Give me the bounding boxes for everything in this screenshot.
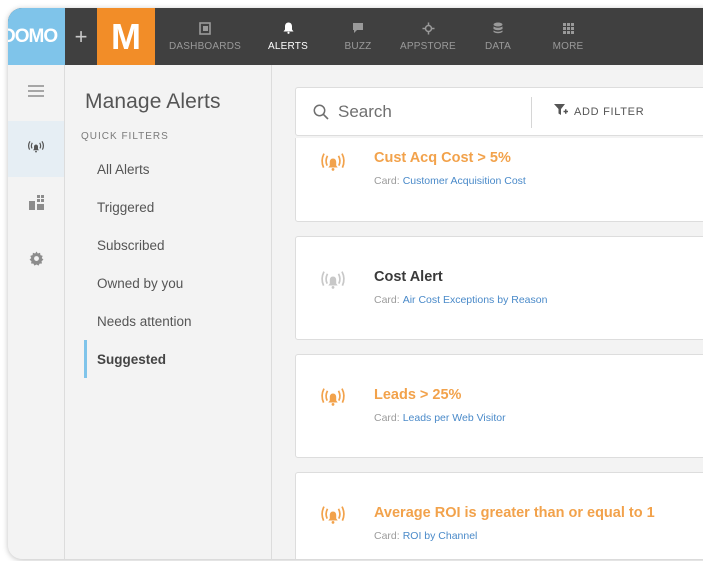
nav-dashboards[interactable]: DASHBOARDS xyxy=(157,8,253,65)
cards-icon xyxy=(28,195,44,215)
rail-cards-button[interactable] xyxy=(8,177,64,233)
m-app-tile[interactable]: M xyxy=(97,8,155,65)
nav-data-label: DATA xyxy=(485,41,511,52)
filter-triggered[interactable]: Triggered xyxy=(65,188,271,226)
filter-all-alerts[interactable]: All Alerts xyxy=(65,150,271,188)
alert-signal-icon xyxy=(27,139,45,160)
dashboards-icon xyxy=(199,21,211,35)
search-divider xyxy=(531,97,532,128)
add-filter-button[interactable]: ADD FILTER xyxy=(554,88,644,135)
menu-button[interactable] xyxy=(8,65,64,121)
logo-text: DOMO xyxy=(8,25,58,47)
filter-needs-attention[interactable]: Needs attention xyxy=(65,302,271,340)
card-link[interactable]: Air Cost Exceptions by Reason xyxy=(403,294,548,306)
filter-list: All Alerts Triggered Subscribed Owned by… xyxy=(65,150,271,378)
alert-card-ref: Card: ROI by Channel xyxy=(374,530,477,542)
grid-icon xyxy=(562,21,574,35)
page-title: Manage Alerts xyxy=(85,90,221,113)
rail-settings-button[interactable] xyxy=(8,233,64,289)
plus-icon[interactable]: + xyxy=(65,8,97,65)
alert-card-ref: Card: Customer Acquisition Cost xyxy=(374,175,526,187)
nav-more[interactable]: MORE xyxy=(533,8,603,65)
alert-card[interactable]: Leads > 25% Card: Leads per Web Visitor xyxy=(295,354,703,458)
card-label: Card: xyxy=(374,412,400,424)
nav-more-label: MORE xyxy=(552,41,584,52)
rail-alerts-button[interactable] xyxy=(8,121,64,177)
alert-card[interactable]: Average ROI is greater than or equal to … xyxy=(295,472,703,559)
icon-rail xyxy=(8,65,65,559)
card-link[interactable]: ROI by Channel xyxy=(403,530,478,542)
card-link[interactable]: Leads per Web Visitor xyxy=(403,412,506,424)
alert-list: Cust Acq Cost > 5% Card: Customer Acquisi… xyxy=(295,138,703,559)
alert-signal-icon xyxy=(316,270,350,299)
alert-signal-icon xyxy=(316,152,350,181)
card-label: Card: xyxy=(374,530,400,542)
alert-card-ref: Card: Air Cost Exceptions by Reason xyxy=(374,294,547,306)
nav-data[interactable]: DATA xyxy=(463,8,533,65)
app-window: DOMO + M DASHBOARDS ALERTS BUZZ xyxy=(8,8,703,559)
menu-icon xyxy=(28,84,44,102)
domo-logo[interactable]: DOMO xyxy=(8,8,65,65)
nav-buzz[interactable]: BUZZ xyxy=(323,8,393,65)
add-filter-label: ADD FILTER xyxy=(574,105,645,118)
main-content: Search ADD FILTER Cust Acq Cost > 5% Car… xyxy=(272,65,703,559)
alert-card[interactable]: Cost Alert Card: Air Cost Exceptions by R… xyxy=(295,236,703,340)
alert-title[interactable]: Cost Alert xyxy=(374,269,443,285)
alert-title[interactable]: Leads > 25% xyxy=(374,387,461,403)
filter-suggested[interactable]: Suggested xyxy=(65,340,271,378)
nav-buzz-label: BUZZ xyxy=(344,41,372,52)
alert-card[interactable]: Cust Acq Cost > 5% Card: Customer Acquisi… xyxy=(295,138,703,222)
search-input[interactable]: Search xyxy=(338,102,392,122)
top-bar: DOMO + M DASHBOARDS ALERTS BUZZ xyxy=(8,8,703,65)
bell-icon xyxy=(283,21,294,35)
gear-icon xyxy=(29,251,44,271)
chat-icon xyxy=(352,21,364,35)
nav-appstore-label: APPSTORE xyxy=(400,41,456,52)
quick-filters-label: QUICK FILTERS xyxy=(81,131,169,142)
card-link[interactable]: Customer Acquisition Cost xyxy=(403,175,526,187)
alert-title[interactable]: Average ROI is greater than or equal to … xyxy=(374,505,655,521)
filter-owned-by-you[interactable]: Owned by you xyxy=(65,264,271,302)
main-nav: DASHBOARDS ALERTS BUZZ APPSTORE DATA MOR… xyxy=(157,8,603,65)
nav-dashboards-label: DASHBOARDS xyxy=(168,41,241,52)
database-icon xyxy=(493,21,503,35)
filter-subscribed[interactable]: Subscribed xyxy=(65,226,271,264)
filter-icon xyxy=(554,104,568,119)
alert-signal-icon xyxy=(316,387,350,416)
card-label: Card: xyxy=(374,175,400,187)
search-icon xyxy=(313,104,329,120)
nav-appstore[interactable]: APPSTORE xyxy=(393,8,463,65)
alert-signal-icon xyxy=(316,505,350,534)
card-label: Card: xyxy=(374,294,400,306)
filter-sidebar: Manage Alerts QUICK FILTERS All Alerts T… xyxy=(65,65,272,559)
appstore-icon xyxy=(422,21,435,35)
nav-alerts[interactable]: ALERTS xyxy=(253,8,323,65)
nav-alerts-label: ALERTS xyxy=(268,41,308,52)
search-bar[interactable]: Search ADD FILTER xyxy=(295,87,703,136)
alert-title[interactable]: Cust Acq Cost > 5% xyxy=(374,150,511,166)
alert-card-ref: Card: Leads per Web Visitor xyxy=(374,412,506,424)
